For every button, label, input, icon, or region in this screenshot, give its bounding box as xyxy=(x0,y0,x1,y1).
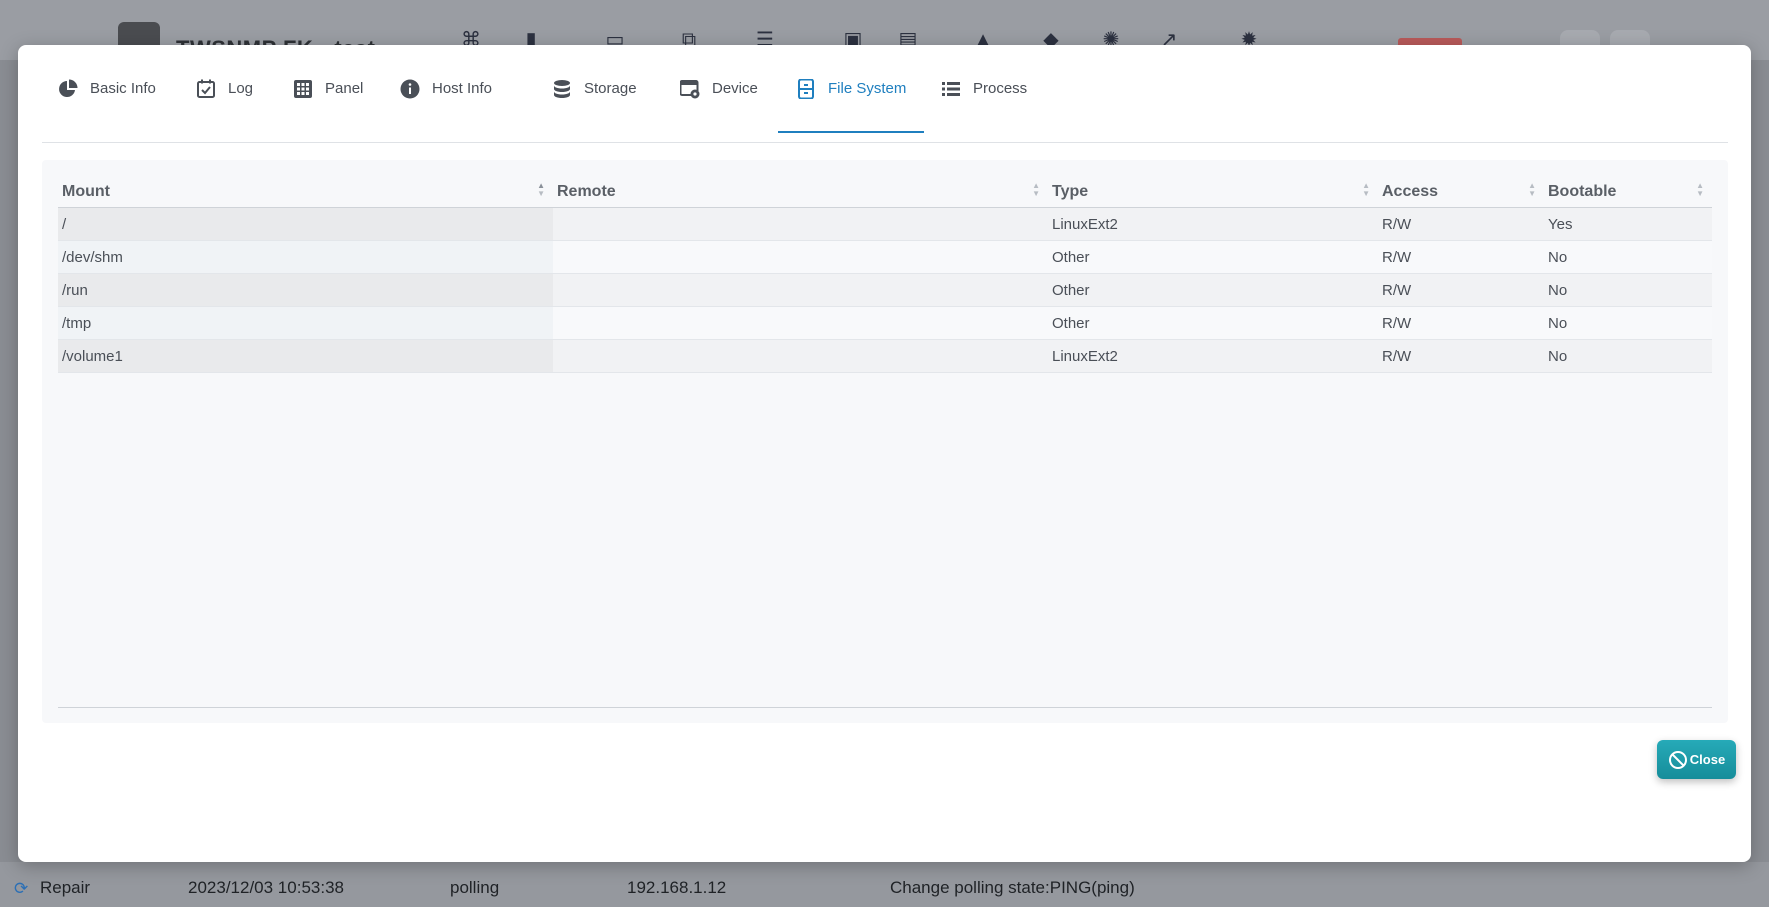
table-row[interactable]: / LinuxExt2 R/W Yes xyxy=(58,207,1712,241)
tab-log[interactable]: Log xyxy=(196,79,253,131)
list-icon xyxy=(942,82,960,96)
sort-icon: ▲ ▼ xyxy=(1696,181,1704,198)
cell-remote xyxy=(553,207,1048,241)
file-system-panel: Mount ▲ ▼ Remote ▲ ▼ Type ▲ ▼ Access ▲ ▼ Bootabl… xyxy=(42,160,1728,723)
tab-label: Storage xyxy=(584,80,637,97)
tab-device[interactable]: Device xyxy=(680,79,758,131)
cell-remote xyxy=(553,339,1048,373)
event-type: polling xyxy=(450,878,500,897)
cell-mount: /tmp xyxy=(58,306,553,340)
tab-panel[interactable]: Panel xyxy=(293,79,363,131)
cell-bootable: Yes xyxy=(1544,207,1712,241)
grid-icon xyxy=(294,80,312,98)
tab-bar: Basic Info Log Panel Host Info Storage D… xyxy=(42,45,1728,143)
tab-basic-info[interactable]: Basic Info xyxy=(58,79,156,131)
tab-host-info[interactable]: Host Info xyxy=(400,79,492,131)
ban-icon xyxy=(1668,750,1687,769)
event-level: Repair xyxy=(40,878,91,897)
file-cabinet-icon xyxy=(798,79,814,99)
tab-label: Panel xyxy=(325,80,364,97)
tab-label: Device xyxy=(712,80,758,97)
column-header-mount[interactable]: Mount ▲ ▼ xyxy=(58,176,553,208)
cell-mount: /volume1 xyxy=(58,339,553,373)
tab-label: Basic Info xyxy=(90,80,156,97)
cell-mount: /dev/shm xyxy=(58,240,553,274)
table-row[interactable]: /dev/shm Other R/W No xyxy=(58,240,1712,274)
table-row[interactable]: /run Other R/W No xyxy=(58,273,1712,307)
info-icon xyxy=(400,79,420,99)
tab-label: Process xyxy=(973,80,1028,97)
event-time: 2023/12/03 10:53:38 xyxy=(188,878,344,897)
file-system-table: Mount ▲ ▼ Remote ▲ ▼ Type ▲ ▼ Access ▲ ▼ Bootabl… xyxy=(58,176,1712,373)
cell-type: LinuxExt2 xyxy=(1048,339,1378,373)
device-settings-icon xyxy=(680,80,700,99)
close-button-label: Close xyxy=(1689,752,1726,767)
cell-access: R/W xyxy=(1378,273,1544,307)
close-button[interactable]: Close xyxy=(1657,740,1736,779)
column-label: Access xyxy=(1382,182,1439,200)
cell-access: R/W xyxy=(1378,240,1544,274)
table-header-row: Mount ▲ ▼ Remote ▲ ▼ Type ▲ ▼ Access ▲ ▼ Bootabl… xyxy=(58,176,1712,208)
column-header-remote[interactable]: Remote ▲ ▼ xyxy=(553,176,1048,208)
column-header-bootable[interactable]: Bootable ▲ ▼ xyxy=(1544,176,1712,208)
tab-label: File System xyxy=(828,80,907,97)
cell-type: Other xyxy=(1048,240,1378,274)
column-label: Bootable xyxy=(1548,182,1617,200)
cell-remote xyxy=(553,240,1048,274)
table-row[interactable]: /tmp Other R/W No xyxy=(58,306,1712,340)
cell-access: R/W xyxy=(1378,207,1544,241)
cell-type: LinuxExt2 xyxy=(1048,207,1378,241)
cell-mount: /run xyxy=(58,273,553,307)
pie-chart-icon xyxy=(59,79,78,97)
sort-icon: ▲ ▼ xyxy=(1032,181,1040,198)
cell-remote xyxy=(553,306,1048,340)
node-info-modal: Basic Info Log Panel Host Info Storage D… xyxy=(18,45,1751,862)
sort-icon: ▲ ▼ xyxy=(1528,181,1536,198)
sort-icon: ▲ ▼ xyxy=(537,181,545,198)
cell-bootable: No xyxy=(1544,240,1712,274)
cell-bootable: No xyxy=(1544,273,1712,307)
tab-process[interactable]: Process xyxy=(941,79,1027,131)
cell-bootable: No xyxy=(1544,306,1712,340)
tab-label: Log xyxy=(228,80,254,97)
cell-access: R/W xyxy=(1378,306,1544,340)
column-label: Type xyxy=(1052,182,1089,200)
repair-icon: ⟳ xyxy=(14,879,29,898)
sort-icon: ▲ ▼ xyxy=(1362,181,1370,198)
tab-label: Host Info xyxy=(432,80,493,97)
column-header-access[interactable]: Access ▲ ▼ xyxy=(1378,176,1544,208)
tab-storage[interactable]: Storage xyxy=(552,79,637,131)
cell-mount: / xyxy=(58,207,553,241)
column-label: Mount xyxy=(62,182,110,200)
table-row[interactable]: /volume1 LinuxExt2 R/W No xyxy=(58,339,1712,373)
cell-access: R/W xyxy=(1378,339,1544,373)
cell-remote xyxy=(553,273,1048,307)
column-label: Remote xyxy=(557,182,616,200)
event-node: 192.168.1.12 xyxy=(627,878,727,897)
column-header-type[interactable]: Type ▲ ▼ xyxy=(1048,176,1378,208)
tab-file-system[interactable]: File System xyxy=(777,79,925,133)
background-event-row: ⟳ Repair 2023/12/03 10:53:38 polling 192… xyxy=(0,862,1769,907)
cell-type: Other xyxy=(1048,306,1378,340)
database-icon xyxy=(554,80,570,98)
table-bottom-divider xyxy=(58,707,1712,708)
cell-bootable: No xyxy=(1544,339,1712,373)
calendar-check-icon xyxy=(197,79,215,98)
cell-type: Other xyxy=(1048,273,1378,307)
event-message: Change polling state:PING(ping) xyxy=(890,878,1135,897)
